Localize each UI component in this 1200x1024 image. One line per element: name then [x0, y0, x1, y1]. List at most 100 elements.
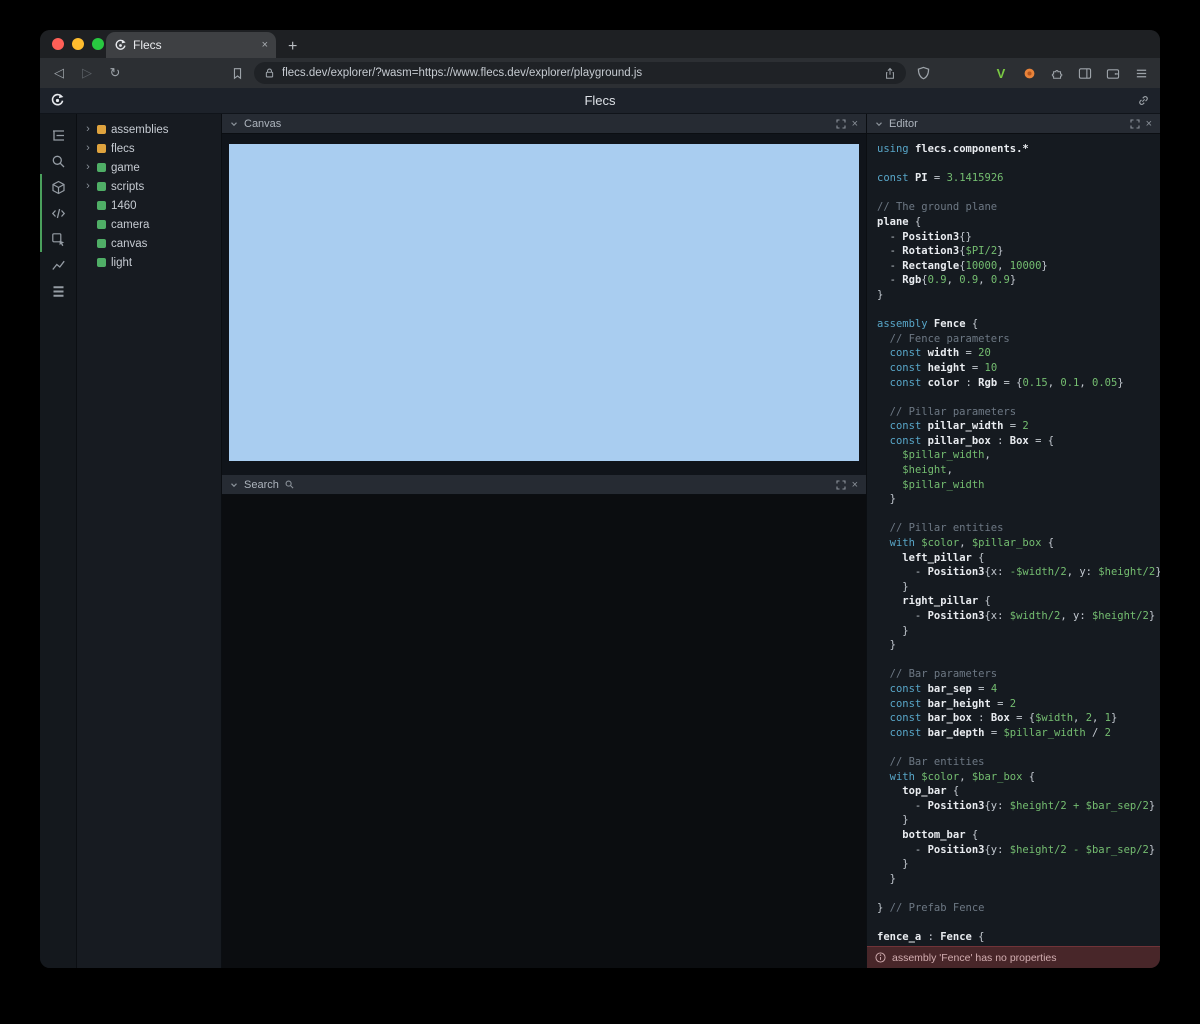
left-icon-sidebar — [40, 114, 76, 968]
tree-item-label: canvas — [111, 238, 147, 250]
forward-button[interactable]: ▷ — [76, 65, 98, 81]
chevron-down-icon[interactable] — [230, 481, 238, 489]
entity-color-square — [97, 239, 106, 248]
entities-cube-icon[interactable] — [40, 174, 76, 200]
search-icon[interactable] — [40, 148, 76, 174]
browser-window: Flecs × + ◁ ▷ ↻ flecs.dev/explorer/?wasm… — [40, 30, 1160, 968]
tree-item-light[interactable]: light — [77, 253, 221, 272]
code-line: } — [877, 492, 1160, 507]
new-tab-button[interactable]: + — [288, 39, 297, 55]
code-line: const pillar_width = 2 — [877, 419, 1160, 434]
code-line: - Position3{x: -$width/2, y: $height/2} — [877, 565, 1160, 580]
inspect-icon[interactable] — [40, 226, 76, 252]
extensions-puzzle-icon[interactable] — [1046, 67, 1068, 80]
code-line: - Position3{y: $height/2 + $bar_sep/2} — [877, 799, 1160, 814]
info-icon — [875, 952, 886, 963]
code-line — [877, 157, 1160, 172]
expand-arrow-icon[interactable]: › — [84, 143, 92, 154]
code-line: // Bar entities — [877, 755, 1160, 770]
code-line: top_bar { — [877, 784, 1160, 799]
page-title: Flecs — [40, 93, 1160, 108]
url-text[interactable]: flecs.dev/explorer/?wasm=https://www.fle… — [282, 67, 877, 79]
address-bar[interactable]: flecs.dev/explorer/?wasm=https://www.fle… — [254, 62, 906, 84]
search-panel-body[interactable] — [222, 495, 866, 968]
editor-panel-header: Editor × — [867, 114, 1160, 134]
tree-icon[interactable] — [40, 122, 76, 148]
brave-shield-icon[interactable] — [912, 66, 934, 80]
lock-icon — [264, 67, 275, 79]
wallet-icon[interactable] — [1102, 67, 1124, 80]
code-line: const height = 10 — [877, 361, 1160, 376]
bookmark-icon[interactable] — [226, 67, 248, 80]
code-line: right_pillar { — [877, 594, 1160, 609]
flecs-logo-icon — [50, 93, 65, 108]
editor-panel: Editor × using flecs.components.*const P… — [866, 114, 1160, 968]
search-panel-title: Search — [244, 479, 279, 491]
code-line: $height, — [877, 463, 1160, 478]
tree-item-canvas[interactable]: canvas — [77, 234, 221, 253]
code-line: - Rgb{0.9, 0.9, 0.9} — [877, 273, 1160, 288]
expand-arrow-icon[interactable]: › — [84, 162, 92, 173]
orange-extension-icon[interactable] — [1018, 67, 1040, 80]
code-line: } — [877, 624, 1160, 639]
window-controls — [52, 30, 104, 58]
close-panel-icon[interactable]: × — [1146, 118, 1152, 130]
code-line: const bar_depth = $pillar_width / 2 — [877, 726, 1160, 741]
canvas-panel-title: Canvas — [244, 118, 281, 130]
code-line: // Fence parameters — [877, 332, 1160, 347]
tree-item-label: light — [111, 257, 132, 269]
code-line: assembly Fence { — [877, 317, 1160, 332]
code-line: with $color, $pillar_box { — [877, 536, 1160, 551]
browser-tab[interactable]: Flecs × — [106, 32, 276, 58]
tree-item-scripts[interactable]: ›scripts — [77, 177, 221, 196]
queries-rows-icon[interactable] — [40, 278, 76, 304]
code-editor[interactable]: using flecs.components.*const PI = 3.141… — [867, 134, 1160, 946]
v-extension-icon[interactable]: V — [990, 66, 1012, 81]
expand-arrow-icon[interactable]: › — [84, 181, 92, 192]
tab-title: Flecs — [133, 38, 256, 52]
code-line: } — [877, 288, 1160, 303]
sidebar-toggle-icon[interactable] — [1074, 67, 1096, 80]
tree-item-label: assemblies — [111, 124, 169, 136]
tree-item-label: game — [111, 162, 140, 174]
code-line: // Bar parameters — [877, 667, 1160, 682]
tree-item-game[interactable]: › game — [77, 158, 221, 177]
canvas-panel-body — [222, 134, 866, 475]
expand-arrow-icon[interactable]: › — [84, 124, 92, 135]
code-line: } — [877, 580, 1160, 595]
minimize-window-button[interactable] — [72, 38, 84, 50]
close-panel-icon[interactable]: × — [852, 479, 858, 491]
share-icon[interactable] — [884, 67, 896, 80]
stats-chart-icon[interactable] — [40, 252, 76, 278]
tree-item-assemblies[interactable]: › assemblies — [77, 120, 221, 139]
entity-color-square — [97, 163, 106, 172]
code-line: const bar_box : Box = {$width, 2, 1} — [877, 711, 1160, 726]
tree-item-1460[interactable]: 1460 — [77, 196, 221, 215]
entity-color-square — [97, 220, 106, 229]
chevron-down-icon[interactable] — [875, 120, 883, 128]
link-icon[interactable] — [1137, 94, 1150, 107]
back-button[interactable]: ◁ — [48, 65, 70, 81]
code-line: const pillar_box : Box = { — [877, 434, 1160, 449]
close-window-button[interactable] — [52, 38, 64, 50]
code-line: - Rotation3{$PI/2} — [877, 244, 1160, 259]
code-icon[interactable] — [40, 200, 76, 226]
expand-panel-icon[interactable] — [836, 480, 846, 490]
code-line: with $color, $bar_box { — [877, 770, 1160, 785]
tree-item-flecs[interactable]: ›flecs — [77, 139, 221, 158]
chevron-down-icon[interactable] — [230, 120, 238, 128]
close-panel-icon[interactable]: × — [852, 118, 858, 130]
expand-panel-icon[interactable] — [836, 119, 846, 129]
code-line: const width = 20 — [877, 346, 1160, 361]
tab-close-icon[interactable]: × — [262, 39, 268, 51]
canvas-viewport[interactable] — [229, 144, 859, 461]
code-line: bottom_bar { — [877, 828, 1160, 843]
zoom-window-button[interactable] — [92, 38, 104, 50]
reload-button[interactable]: ↻ — [104, 65, 126, 81]
menu-icon[interactable] — [1130, 67, 1152, 80]
entity-color-square — [97, 258, 106, 267]
expand-panel-icon[interactable] — [1130, 119, 1140, 129]
tree-item-camera[interactable]: camera — [77, 215, 221, 234]
code-line — [877, 507, 1160, 522]
code-line: const bar_sep = 4 — [877, 682, 1160, 697]
